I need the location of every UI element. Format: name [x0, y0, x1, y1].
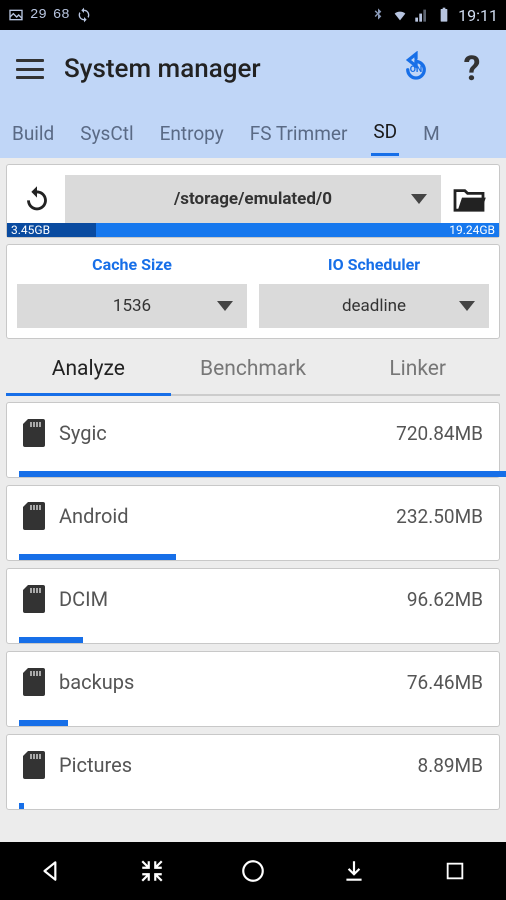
item-usage-bar	[19, 803, 24, 809]
item-name: backups	[59, 670, 393, 694]
list-item[interactable]: Android 232.50MB	[6, 485, 500, 561]
main-content: /storage/emulated/0 3.45GB 19.24GB Cache…	[0, 158, 506, 823]
status-bar: 29 68 19:11	[0, 0, 506, 30]
item-usage-bar	[19, 471, 506, 477]
item-name: Pictures	[59, 753, 404, 777]
storage-total-label: 19.24GB	[445, 223, 499, 237]
navigation-bar	[0, 842, 506, 900]
sd-card-icon	[23, 585, 45, 613]
item-usage-bar	[19, 637, 83, 643]
item-name: Android	[59, 504, 382, 528]
storage-card: /storage/emulated/0 3.45GB 19.24GB	[6, 164, 500, 238]
status-time: 19:11	[458, 6, 498, 25]
storage-path-dropdown[interactable]: /storage/emulated/0	[65, 175, 441, 223]
status-num1: 29	[30, 7, 47, 23]
svg-text:ON: ON	[410, 65, 423, 75]
storage-path-value: /storage/emulated/0	[174, 189, 332, 209]
sub-tabs: Analyze Benchmark Linker	[6, 347, 500, 396]
sd-card-icon	[23, 419, 45, 447]
tab-sysctl[interactable]: SysCtl	[78, 112, 135, 155]
refresh-button[interactable]	[17, 179, 57, 219]
restore-button[interactable]: ON	[398, 51, 434, 87]
back-button[interactable]	[31, 851, 71, 891]
item-name: DCIM	[59, 587, 393, 611]
chevron-down-icon	[411, 194, 427, 204]
item-name: Sygic	[59, 421, 382, 445]
settings-card: Cache Size 1536 IO Scheduler deadline	[6, 244, 500, 339]
item-usage-bar	[19, 554, 176, 560]
subtab-analyze[interactable]: Analyze	[6, 357, 171, 396]
cache-size-label: Cache Size	[92, 255, 172, 274]
item-usage-bar	[19, 720, 68, 726]
items-list: Sygic 720.84MB Android 232.50MB DCIM 96.…	[6, 402, 500, 810]
storage-used-label: 3.45GB	[7, 223, 54, 237]
io-scheduler-dropdown[interactable]: deadline	[259, 284, 489, 328]
tab-more[interactable]: M	[421, 112, 442, 155]
subtab-linker[interactable]: Linker	[335, 357, 500, 396]
tab-fstrimmer[interactable]: FS Trimmer	[248, 112, 350, 155]
menu-button[interactable]	[16, 59, 44, 79]
download-button[interactable]	[334, 851, 374, 891]
sd-card-icon	[23, 668, 45, 696]
chevron-down-icon	[459, 301, 475, 311]
home-button[interactable]	[233, 851, 273, 891]
recent-button[interactable]	[435, 851, 475, 891]
sync-icon	[76, 7, 92, 23]
io-scheduler-value: deadline	[342, 296, 406, 316]
app-title: System manager	[64, 54, 378, 84]
sd-card-icon	[23, 502, 45, 530]
status-num2: 68	[53, 7, 70, 23]
open-folder-button[interactable]	[449, 179, 489, 219]
wifi-icon	[392, 7, 408, 23]
chevron-down-icon	[217, 301, 233, 311]
main-tabs: Build SysCtl Entropy FS Trimmer SD M	[0, 108, 506, 158]
app-bar: System manager ON ?	[0, 30, 506, 108]
signal-icon	[414, 7, 430, 23]
tab-sd[interactable]: SD	[371, 110, 399, 156]
subtab-benchmark[interactable]: Benchmark	[171, 357, 336, 396]
sd-card-icon	[23, 751, 45, 779]
bluetooth-icon	[370, 7, 386, 23]
storage-usage-bar: 3.45GB 19.24GB	[7, 223, 499, 237]
tab-build[interactable]: Build	[10, 112, 56, 155]
battery-icon	[436, 7, 452, 23]
list-item[interactable]: Sygic 720.84MB	[6, 402, 500, 478]
picture-icon	[8, 7, 24, 23]
help-button[interactable]: ?	[454, 51, 490, 87]
item-size: 720.84MB	[396, 422, 483, 445]
cache-size-dropdown[interactable]: 1536	[17, 284, 247, 328]
cache-size-value: 1536	[113, 296, 151, 316]
list-item[interactable]: backups 76.46MB	[6, 651, 500, 727]
item-size: 76.46MB	[407, 671, 483, 694]
list-item[interactable]: DCIM 96.62MB	[6, 568, 500, 644]
collapse-button[interactable]	[132, 851, 172, 891]
item-size: 232.50MB	[396, 505, 483, 528]
item-size: 8.89MB	[418, 754, 483, 777]
io-scheduler-label: IO Scheduler	[328, 255, 420, 274]
item-size: 96.62MB	[407, 588, 483, 611]
list-item[interactable]: Pictures 8.89MB	[6, 734, 500, 810]
tab-entropy[interactable]: Entropy	[158, 112, 226, 155]
